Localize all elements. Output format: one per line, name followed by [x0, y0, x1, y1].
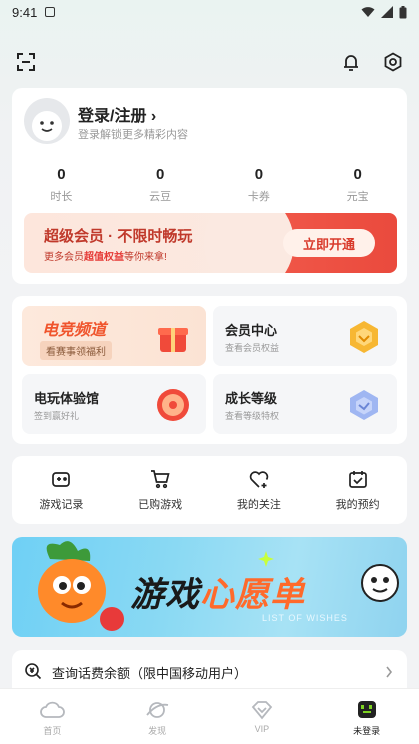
- bottom-tab-bar: 首页 发现 VIP 未登录: [0, 688, 419, 744]
- level-badge-icon: [350, 390, 378, 420]
- banner-curve-decoration: [204, 213, 294, 273]
- stat-value: 0: [353, 166, 362, 183]
- shortcut-label: 我的关注: [236, 499, 281, 511]
- signal-icon: [381, 6, 393, 18]
- vip-title: 超级会员 · 不限时畅玩: [44, 228, 193, 245]
- vip-subtitle: 更多会员超值权益等你来拿!: [44, 248, 167, 263]
- diamond-icon: [251, 701, 273, 720]
- wishlist-title-b: 心愿单: [200, 576, 305, 614]
- tile-esports[interactable]: 电竞频道 看赛事领福利: [22, 306, 206, 366]
- open-vip-button[interactable]: 立即开通: [283, 229, 375, 257]
- shortcut-row: 游戏记录 已购游戏 我的关注 我的预约: [12, 456, 407, 524]
- shortcut-label: 已购游戏: [138, 499, 183, 511]
- tab-home[interactable]: 首页: [0, 689, 105, 744]
- tab-vip[interactable]: VIP: [210, 689, 315, 744]
- tile-subtitle: 查看等级特权: [225, 411, 280, 421]
- query-text: 查询话费余额（限中国移动用户）: [52, 666, 248, 681]
- stat-value: 0: [155, 166, 165, 183]
- wishlist-title-a: 游戏: [130, 576, 200, 614]
- feature-grid: 电竞频道 看赛事领福利 会员中心 查看会员权益 电玩体验馆 签到赢好礼 成长等级…: [12, 296, 407, 444]
- tile-subtitle: 签到赢好礼: [34, 411, 80, 421]
- cloud-icon: [40, 701, 66, 718]
- tile-member-center[interactable]: 会员中心 查看会员权益: [213, 306, 397, 366]
- smiley-face-icon: [361, 564, 399, 602]
- settings-icon[interactable]: [379, 48, 407, 76]
- vip-shield-icon: [350, 321, 378, 353]
- search-money-icon: [25, 663, 42, 680]
- wishlist-banner[interactable]: 游戏心愿单 LIST OF WISHES: [12, 537, 407, 637]
- stat-label: 时长: [50, 191, 73, 203]
- shortcut-purchased-games[interactable]: 已购游戏: [111, 456, 210, 524]
- gift-box-icon: [158, 328, 188, 352]
- prize-wheel-icon: [157, 389, 189, 421]
- stat-value: 0: [254, 166, 264, 183]
- shortcut-label: 游戏记录: [39, 499, 84, 511]
- wishlist-title: 游戏心愿单: [130, 567, 305, 616]
- vip-banner[interactable]: 超级会员 · 不限时畅玩 更多会员超值权益等你来拿! 立即开通: [24, 213, 397, 273]
- tile-title: 成长等级: [225, 391, 278, 406]
- status-icons: [361, 5, 407, 19]
- notification-app-icon: [45, 7, 56, 17]
- vip-sub-highlight: 超值权益: [84, 252, 124, 263]
- tab-label: 发现: [148, 726, 167, 736]
- gamepad-icon: [52, 472, 71, 487]
- stat-value: 0: [57, 166, 66, 183]
- stat-coupons[interactable]: 0 卡券: [210, 166, 309, 204]
- tile-subtitle: 看赛事领福利: [40, 341, 112, 360]
- planet-icon: [146, 702, 169, 718]
- vip-sub-suffix: 等你来拿!: [124, 252, 167, 263]
- status-bar: 9:41: [0, 0, 419, 24]
- stat-duration[interactable]: 0 时长: [12, 166, 111, 204]
- stats-row: 0 时长 0 云豆 0 卡券 0 元宝: [12, 166, 407, 204]
- tab-profile[interactable]: 未登录: [314, 689, 419, 744]
- stat-cloud-beans[interactable]: 0 云豆: [111, 166, 210, 204]
- wishlist-subtitle-en: LIST OF WISHES: [262, 613, 348, 623]
- tab-discover[interactable]: 发现: [105, 689, 210, 744]
- bell-icon[interactable]: [337, 48, 365, 76]
- scan-icon[interactable]: [12, 48, 40, 76]
- battery-icon: [399, 5, 407, 18]
- shortcut-my-reservations[interactable]: 我的预约: [308, 456, 407, 524]
- shortcut-game-history[interactable]: 游戏记录: [12, 456, 111, 524]
- stat-label: 卡券: [247, 191, 270, 203]
- tile-subtitle: 查看会员权益: [225, 343, 280, 353]
- status-time: 9:41: [12, 4, 38, 20]
- stat-ingots[interactable]: 0 元宝: [308, 166, 407, 204]
- star-sparkle-icon: [258, 551, 274, 567]
- avatar[interactable]: [24, 98, 70, 144]
- stat-label: 元宝: [346, 191, 369, 203]
- profile-face-icon: [357, 701, 376, 718]
- vip-sub-prefix: 更多会员: [44, 252, 84, 263]
- tile-growth-level[interactable]: 成长等级 查看等级特权: [213, 374, 397, 434]
- calendar-check-icon: [348, 471, 367, 488]
- tile-arcade-hall[interactable]: 电玩体验馆 签到赢好礼: [22, 374, 206, 434]
- tab-label: VIP: [254, 724, 270, 734]
- stat-label: 云豆: [149, 191, 172, 203]
- tile-title: 电玩体验馆: [34, 391, 100, 406]
- profile-card: 登录/注册 › 登录解锁更多精彩内容 0 时长 0 云豆 0 卡券 0 元宝 超…: [12, 88, 407, 284]
- tab-label: 首页: [43, 726, 62, 736]
- heart-plus-icon: [249, 471, 269, 488]
- login-subtitle: 登录解锁更多精彩内容: [78, 129, 188, 141]
- tab-label: 未登录: [353, 726, 381, 736]
- shortcut-label: 我的预约: [335, 499, 380, 511]
- phone-balance-query-row[interactable]: 查询话费余额（限中国移动用户）: [12, 650, 407, 692]
- mascot-illustration: [38, 541, 124, 631]
- wifi-icon: [361, 7, 375, 17]
- shortcut-my-follows[interactable]: 我的关注: [210, 456, 309, 524]
- cart-icon: [151, 470, 170, 489]
- top-bar: [0, 48, 419, 78]
- login-register-link[interactable]: 登录/注册 ›: [78, 102, 156, 126]
- tile-title: 会员中心: [225, 323, 278, 338]
- tile-title: 电竞频道: [42, 322, 107, 339]
- chevron-right-icon: [386, 666, 393, 678]
